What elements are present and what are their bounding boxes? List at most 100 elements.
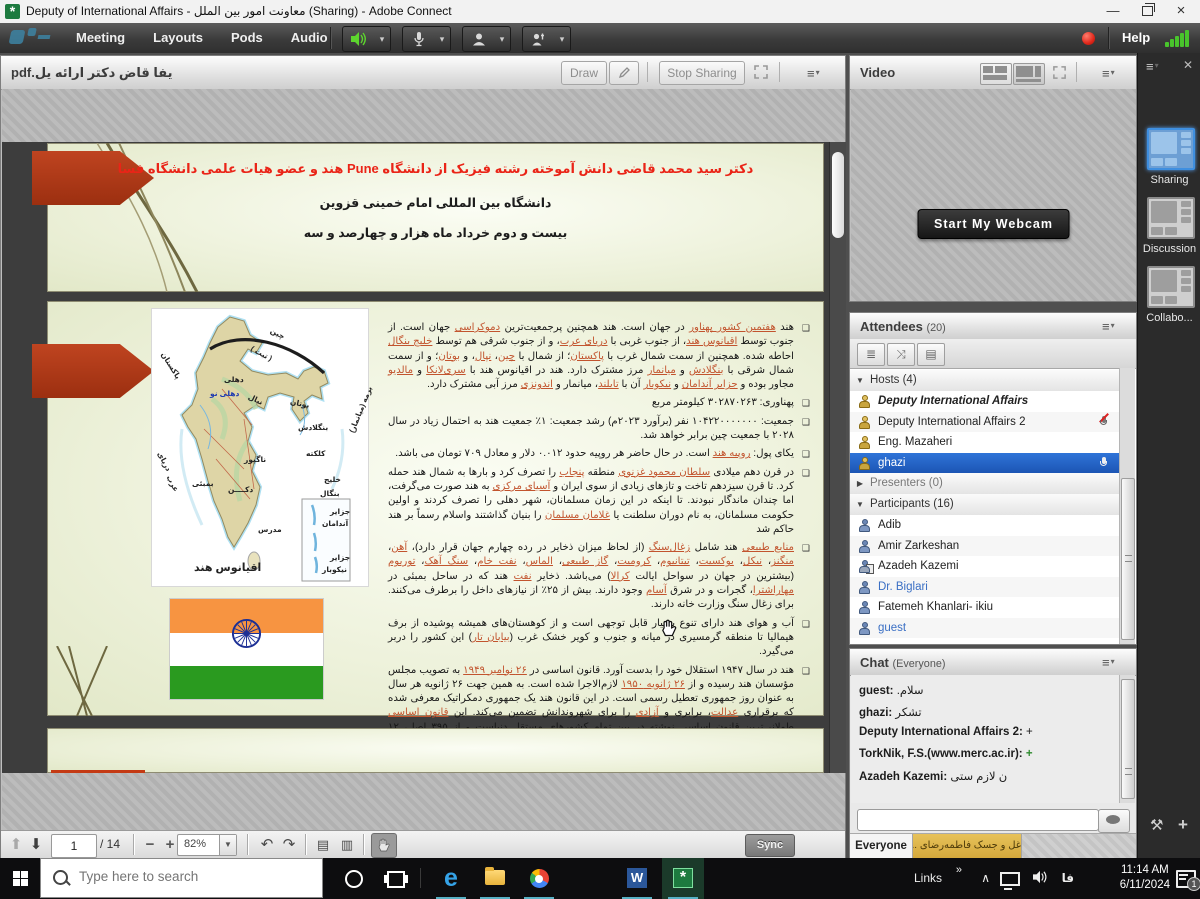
volume-icon bbox=[350, 31, 368, 47]
attendees-scrollbar[interactable] bbox=[1119, 368, 1135, 644]
task-view-icon[interactable] bbox=[376, 858, 416, 899]
attendees-scrollbar-thumb[interactable] bbox=[1121, 478, 1135, 640]
links-toolbar[interactable]: Links bbox=[914, 871, 942, 885]
notification-center-icon[interactable]: 1 bbox=[1176, 870, 1196, 893]
zoom-out-icon[interactable]: − bbox=[141, 834, 159, 855]
webcam-dropdown[interactable]: ▾ bbox=[494, 26, 511, 52]
file-explorer-icon[interactable] bbox=[474, 858, 516, 899]
chat-scrollbar[interactable] bbox=[1119, 675, 1135, 803]
rotate-left-icon[interactable]: ↶ bbox=[257, 834, 277, 855]
chat-tabs: Everyone غل و جسک فاطمه‌رضای ... bbox=[850, 833, 1136, 859]
microphone-button[interactable] bbox=[402, 26, 436, 52]
menu-item[interactable]: Meeting bbox=[62, 23, 139, 53]
page-up-icon[interactable]: ⬆ bbox=[7, 834, 25, 855]
adobe-connect-window: * Deputy of International Affairs - معاو… bbox=[0, 0, 1200, 899]
menu-item[interactable]: Audio bbox=[277, 23, 342, 53]
layout-label: Sharing bbox=[1138, 174, 1200, 186]
document-scrollbar[interactable] bbox=[829, 142, 846, 773]
share-pod-menu-icon[interactable]: ≡ bbox=[807, 66, 820, 80]
attendees-pod-menu-icon[interactable]: ≡ bbox=[1102, 319, 1115, 333]
annotation-pencil-button[interactable] bbox=[609, 61, 639, 85]
status-button[interactable] bbox=[522, 26, 556, 52]
search-input[interactable] bbox=[77, 868, 311, 885]
filmstrip-view-icon[interactable] bbox=[980, 63, 1012, 85]
fullscreen-icon[interactable] bbox=[753, 64, 769, 85]
menu-item[interactable]: Pods bbox=[217, 23, 277, 53]
attendee-row[interactable]: Adib bbox=[850, 515, 1121, 536]
video-pod-menu-icon[interactable]: ≡ bbox=[1102, 66, 1115, 80]
page-number-input[interactable] bbox=[51, 834, 97, 858]
attendee-row[interactable]: guest bbox=[850, 618, 1121, 639]
hosts-group-header[interactable]: ▼Hosts (4) bbox=[850, 370, 1121, 392]
fit-page-icon[interactable]: ▤ bbox=[313, 834, 333, 855]
start-button[interactable] bbox=[0, 858, 40, 899]
help-menu[interactable]: Help bbox=[1122, 23, 1150, 53]
page-down-icon[interactable]: ⬇ bbox=[27, 834, 45, 855]
attendee-row[interactable]: Dr. Biglari bbox=[850, 577, 1121, 598]
video-fullscreen-icon[interactable] bbox=[1052, 65, 1067, 85]
dock-close-icon[interactable]: ✕ bbox=[1183, 58, 1193, 72]
chat-input[interactable] bbox=[857, 809, 1099, 831]
attendee-row[interactable]: Amir Zarkeshan bbox=[850, 536, 1121, 557]
close-button[interactable]: × bbox=[1164, 0, 1198, 22]
links-chevron-icon[interactable]: » bbox=[956, 864, 962, 876]
stop-sharing-button[interactable]: Stop Sharing bbox=[659, 61, 745, 85]
cortana-icon[interactable] bbox=[334, 858, 374, 899]
draw-button[interactable]: Draw bbox=[561, 61, 607, 85]
chat-pod: Chat (Everyone) ≡ guest: سلام. ghazi: تش… bbox=[849, 648, 1137, 858]
attendee-row[interactable]: ghazi bbox=[850, 453, 1121, 474]
edge-icon[interactable]: e bbox=[430, 858, 472, 899]
hand-tool-button[interactable] bbox=[371, 833, 397, 858]
start-webcam-button[interactable]: Start My Webcam bbox=[917, 209, 1070, 239]
minimize-button[interactable]: — bbox=[1096, 0, 1130, 22]
speaker-dropdown[interactable]: ▾ bbox=[374, 26, 391, 52]
add-layout-icon[interactable]: + bbox=[1178, 815, 1188, 835]
rotate-right-icon[interactable]: ↷ bbox=[279, 834, 299, 855]
slide-3 bbox=[47, 728, 824, 773]
map-label: جزایر bbox=[330, 553, 350, 562]
word-icon[interactable]: W bbox=[616, 858, 658, 899]
taskbar-search[interactable] bbox=[40, 858, 323, 898]
microphone-dropdown[interactable]: ▾ bbox=[434, 26, 451, 52]
attendee-list-view-icon[interactable]: ≣ bbox=[857, 343, 885, 366]
network-icon[interactable] bbox=[1000, 872, 1020, 891]
chrome-icon[interactable] bbox=[518, 858, 560, 899]
recording-indicator[interactable] bbox=[1082, 32, 1095, 45]
adobe-connect-taskbar-icon[interactable]: * bbox=[662, 858, 704, 899]
participants-group-header[interactable]: ▼Participants (16) bbox=[850, 494, 1121, 516]
grid-view-icon[interactable] bbox=[1013, 63, 1045, 85]
restore-button[interactable] bbox=[1130, 0, 1164, 22]
chat-tab-everyone[interactable]: Everyone bbox=[850, 834, 913, 858]
menu-item[interactable]: Layouts bbox=[139, 23, 217, 53]
zoom-dropdown-arrow: ▼ bbox=[219, 835, 236, 855]
slide1-line2: دانشگاه بین المللی امام خمینی قزوین bbox=[47, 195, 824, 210]
signal-strength-icon[interactable] bbox=[1165, 29, 1193, 47]
breakout-rooms-icon[interactable]: ⤨ bbox=[887, 343, 915, 366]
chat-pod-header: Chat (Everyone) ≡ bbox=[850, 649, 1136, 676]
webcam-button[interactable] bbox=[462, 26, 496, 52]
language-indicator[interactable]: فا bbox=[1062, 871, 1074, 885]
chat-pod-menu-icon[interactable]: ≡ bbox=[1102, 655, 1115, 669]
dock-menu-icon[interactable]: ≡ bbox=[1146, 59, 1159, 73]
manage-layouts-icon[interactable]: ⚒ bbox=[1150, 816, 1163, 834]
attendee-status-view-icon[interactable]: ▤ bbox=[917, 343, 945, 366]
sync-button[interactable]: Sync bbox=[745, 834, 795, 857]
chat-scrollbar-thumb[interactable] bbox=[1121, 679, 1135, 799]
attendee-row[interactable]: Azadeh Kazemi bbox=[850, 556, 1121, 577]
taskbar-clock[interactable]: 11:14 AM 6/11/2024 bbox=[1120, 863, 1170, 893]
tray-chevron-icon[interactable]: ∧ bbox=[981, 871, 990, 885]
speaker-button[interactable] bbox=[342, 26, 376, 52]
attendee-row[interactable]: Deputy International Affairs bbox=[850, 391, 1121, 412]
status-dropdown[interactable]: ▾ bbox=[554, 26, 571, 52]
document-scrollbar-thumb[interactable] bbox=[832, 152, 844, 238]
zoom-level-select[interactable]: 82% ▼ bbox=[177, 834, 237, 856]
clock-date: 6/11/2024 bbox=[1120, 878, 1170, 893]
chat-tab-private[interactable]: غل و جسک فاطمه‌رضای ... bbox=[913, 834, 1022, 858]
attendee-row[interactable]: Fatemeh Khanlari- ikiu bbox=[850, 597, 1121, 618]
chat-send-button[interactable] bbox=[1098, 809, 1130, 833]
volume-tray-icon[interactable] bbox=[1032, 870, 1048, 889]
attendee-row[interactable]: Deputy International Affairs 2 bbox=[850, 412, 1121, 433]
presenters-group-header[interactable]: ▶Presenters (0) bbox=[850, 473, 1121, 495]
attendee-row[interactable]: Eng. Mazaheri bbox=[850, 432, 1121, 453]
fit-width-icon[interactable]: ▥ bbox=[337, 834, 357, 855]
